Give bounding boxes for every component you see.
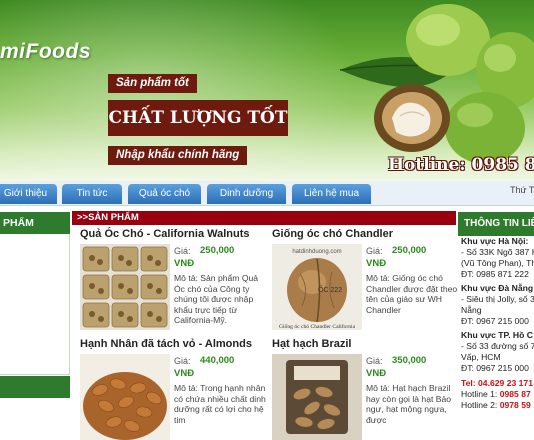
- main-nav: Giới thiệu Tin tức Quả óc chó Dinh dưỡng…: [0, 181, 534, 206]
- image-site-text: hatdinhduong.com: [292, 249, 341, 255]
- left-sidebar-box: [0, 234, 70, 375]
- price-label: Giá:: [174, 356, 191, 366]
- product-description: Mô tả: Trong hạnh nhân có chứa nhiều chấ…: [174, 383, 266, 425]
- hcm-phone: ĐT: 0967 215 000: [461, 363, 529, 373]
- hotline-label: Hotline 2:: [461, 400, 498, 410]
- contact-heading: THÔNG TIN LIÊ: [458, 212, 534, 236]
- product-description: Mô tả: Giống óc chó Chandler được đặt th…: [366, 273, 458, 315]
- price-currency: VNĐ: [366, 368, 387, 379]
- product-description: Mô tả: Hạt hạch Brazil hay còn gọi là hạ…: [366, 383, 452, 425]
- tagline-good-product: Sản phẩm tốt: [108, 74, 197, 93]
- hanoi-address-1: - Số 33K Ngõ 387 H: [461, 247, 534, 257]
- product-price: 250,000: [200, 245, 235, 256]
- left-sidebar: PHẨM: [0, 206, 70, 411]
- danang-title: Khu vực Đà Nẵng: [461, 283, 534, 293]
- header-banner: miFoods Sản phẩm tốt CHẤT LƯỢNG TỐT Nhập…: [0, 0, 534, 181]
- product-price: 350,000: [392, 355, 427, 366]
- image-caption-text: Giống óc chó Chandler California: [279, 323, 356, 330]
- hcm-title: Khu vực TP. Hồ C: [461, 330, 533, 340]
- nav-lien-he-mua[interactable]: Liên hệ mua: [292, 184, 371, 204]
- price-currency: VNĐ: [174, 258, 195, 269]
- product-title[interactable]: Giống óc chó Chandler: [272, 228, 393, 240]
- product-price: 440,000: [200, 355, 235, 366]
- price-currency: VNĐ: [366, 258, 387, 269]
- hotline-number: 0985 87: [497, 389, 531, 399]
- current-date: Thứ T: [510, 185, 534, 195]
- nav-qua-oc-cho[interactable]: Quả óc chó: [128, 184, 201, 204]
- product-image-walnut-bags[interactable]: [80, 244, 170, 330]
- price-currency: VNĐ: [174, 368, 195, 379]
- nav-tin-tuc[interactable]: Tin tức: [62, 184, 122, 204]
- danang-phone: ĐT: 0967 215 000: [461, 316, 529, 326]
- product-title[interactable]: Quả Óc Chó - California Walnuts: [80, 228, 250, 240]
- hcm-address-2: Vấp, HCM: [461, 352, 501, 362]
- product-title[interactable]: Hạnh Nhân đã tách vỏ - Almonds: [80, 338, 252, 350]
- tagline-good-quality: CHẤT LƯỢNG TỐT: [108, 100, 288, 136]
- contact-sidebar: THÔNG TIN LIÊ Khu vực Hà Nội: - Số 33K N…: [458, 206, 534, 411]
- product-title[interactable]: Hạt hạch Brazil: [272, 338, 351, 350]
- product-section: >>SẢN PHẨM Quả Óc Chó - California Walnu…: [72, 206, 457, 440]
- contact-hotline-2: Hotline 2: 0978 59: [461, 400, 531, 411]
- left-sidebar-footer-bar: [0, 376, 70, 398]
- hotline-label: Hotline 1:: [461, 389, 498, 399]
- price-label: Giá:: [174, 246, 191, 256]
- contact-hotline-1: Hotline 1: 0985 87: [461, 389, 531, 400]
- product-price: 250,000: [392, 245, 427, 256]
- danang-address-1: - Siêu thị Jolly, số 3: [461, 294, 534, 304]
- product-image-almonds[interactable]: [80, 354, 170, 440]
- tagline-genuine-import: Nhập khẩu chính hãng: [108, 146, 248, 165]
- nav-dinh-duong[interactable]: Dinh dưỡng: [207, 184, 286, 204]
- product-section-heading: >>SẢN PHẨM: [72, 211, 456, 225]
- site-logo[interactable]: miFoods: [0, 40, 91, 64]
- product-image-chandler-walnut[interactable]: hatdinhduong.com ỐC 222 Giống óc chó Cha…: [272, 244, 362, 330]
- hanoi-address-2: (Vũ Tông Phan), Th: [461, 258, 534, 268]
- danang-address-2: Nẵng: [461, 305, 482, 315]
- hanoi-phone: ĐT: 0985 871 222: [461, 269, 529, 279]
- hotline-number: 0978 59: [497, 400, 531, 410]
- hcm-address-1: - Số 33 đường số 7: [461, 341, 534, 351]
- hanoi-title: Khu vực Hà Nội:: [461, 236, 529, 246]
- left-sidebar-heading: PHẨM: [0, 212, 70, 234]
- product-description: Mô tả: Sản phẩm Quả Óc chó của Công ty c…: [174, 273, 259, 326]
- walnuts-image: [340, 4, 534, 164]
- contact-tel: Tel: 04.629 23 171: [461, 378, 533, 388]
- banner-hotline: Hotline: 0985 87: [388, 155, 534, 175]
- price-label: Giá:: [366, 356, 383, 366]
- nav-gioi-thieu[interactable]: Giới thiệu: [0, 184, 57, 204]
- product-image-brazil-nuts[interactable]: [272, 354, 362, 440]
- price-label: Giá:: [366, 246, 383, 256]
